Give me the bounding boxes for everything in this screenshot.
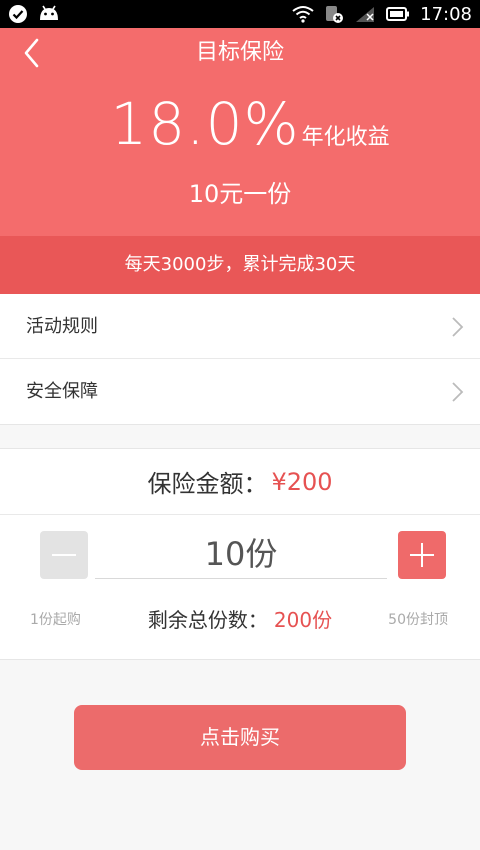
buy-button[interactable]: 点击购买 xyxy=(74,705,406,770)
decrease-button[interactable] xyxy=(40,531,88,579)
minus-icon xyxy=(52,554,76,556)
purchase-card: 保险金额： ¥200 1份起购 剩余总份数：200份 50份封顶 xyxy=(0,448,480,660)
remaining-shares-label: 剩余总份数： xyxy=(147,608,268,632)
remaining-shares-value: 200份 xyxy=(273,608,333,632)
battery-icon xyxy=(386,7,410,21)
page-title: 目标保险 xyxy=(195,40,284,65)
list-item-label: 活动规则 xyxy=(26,316,98,337)
wifi-icon xyxy=(292,6,314,23)
goal-banner: 每天3000步，累计完成30天 xyxy=(0,236,480,294)
list-item-security[interactable]: 安全保障 xyxy=(0,359,480,424)
max-purchase-note: 50份封顶 xyxy=(388,612,448,628)
annual-rate-label: 年化收益 xyxy=(301,125,390,150)
header: 目标保险 18.0% 年化收益 10元一份 xyxy=(0,28,480,236)
quantity-input[interactable] xyxy=(95,525,387,579)
list-item-rules[interactable]: 活动规则 xyxy=(0,294,480,359)
sim-no-service-icon xyxy=(326,6,344,23)
check-circle-icon xyxy=(9,5,27,23)
increase-button[interactable] xyxy=(398,531,446,579)
rate-row: 18.0% 年化收益 xyxy=(0,90,480,158)
status-time: 17:08 xyxy=(420,3,472,25)
chevron-right-icon xyxy=(452,317,464,337)
status-bar: 17:08 xyxy=(0,0,480,28)
annual-rate: 18.0% xyxy=(110,90,300,158)
plus-icon-vertical xyxy=(421,543,423,567)
insured-amount-value: ¥200 xyxy=(271,467,333,496)
list-item-label: 安全保障 xyxy=(26,381,98,402)
insured-amount-row: 保险金额： ¥200 xyxy=(0,449,480,515)
info-list: 活动规则 安全保障 xyxy=(0,294,480,425)
android-icon xyxy=(40,5,58,20)
insured-amount-label: 保险金额： xyxy=(147,470,268,498)
chevron-right-icon xyxy=(452,382,464,402)
signal-off-icon xyxy=(356,7,375,22)
unit-price: 10元一份 xyxy=(188,180,292,208)
